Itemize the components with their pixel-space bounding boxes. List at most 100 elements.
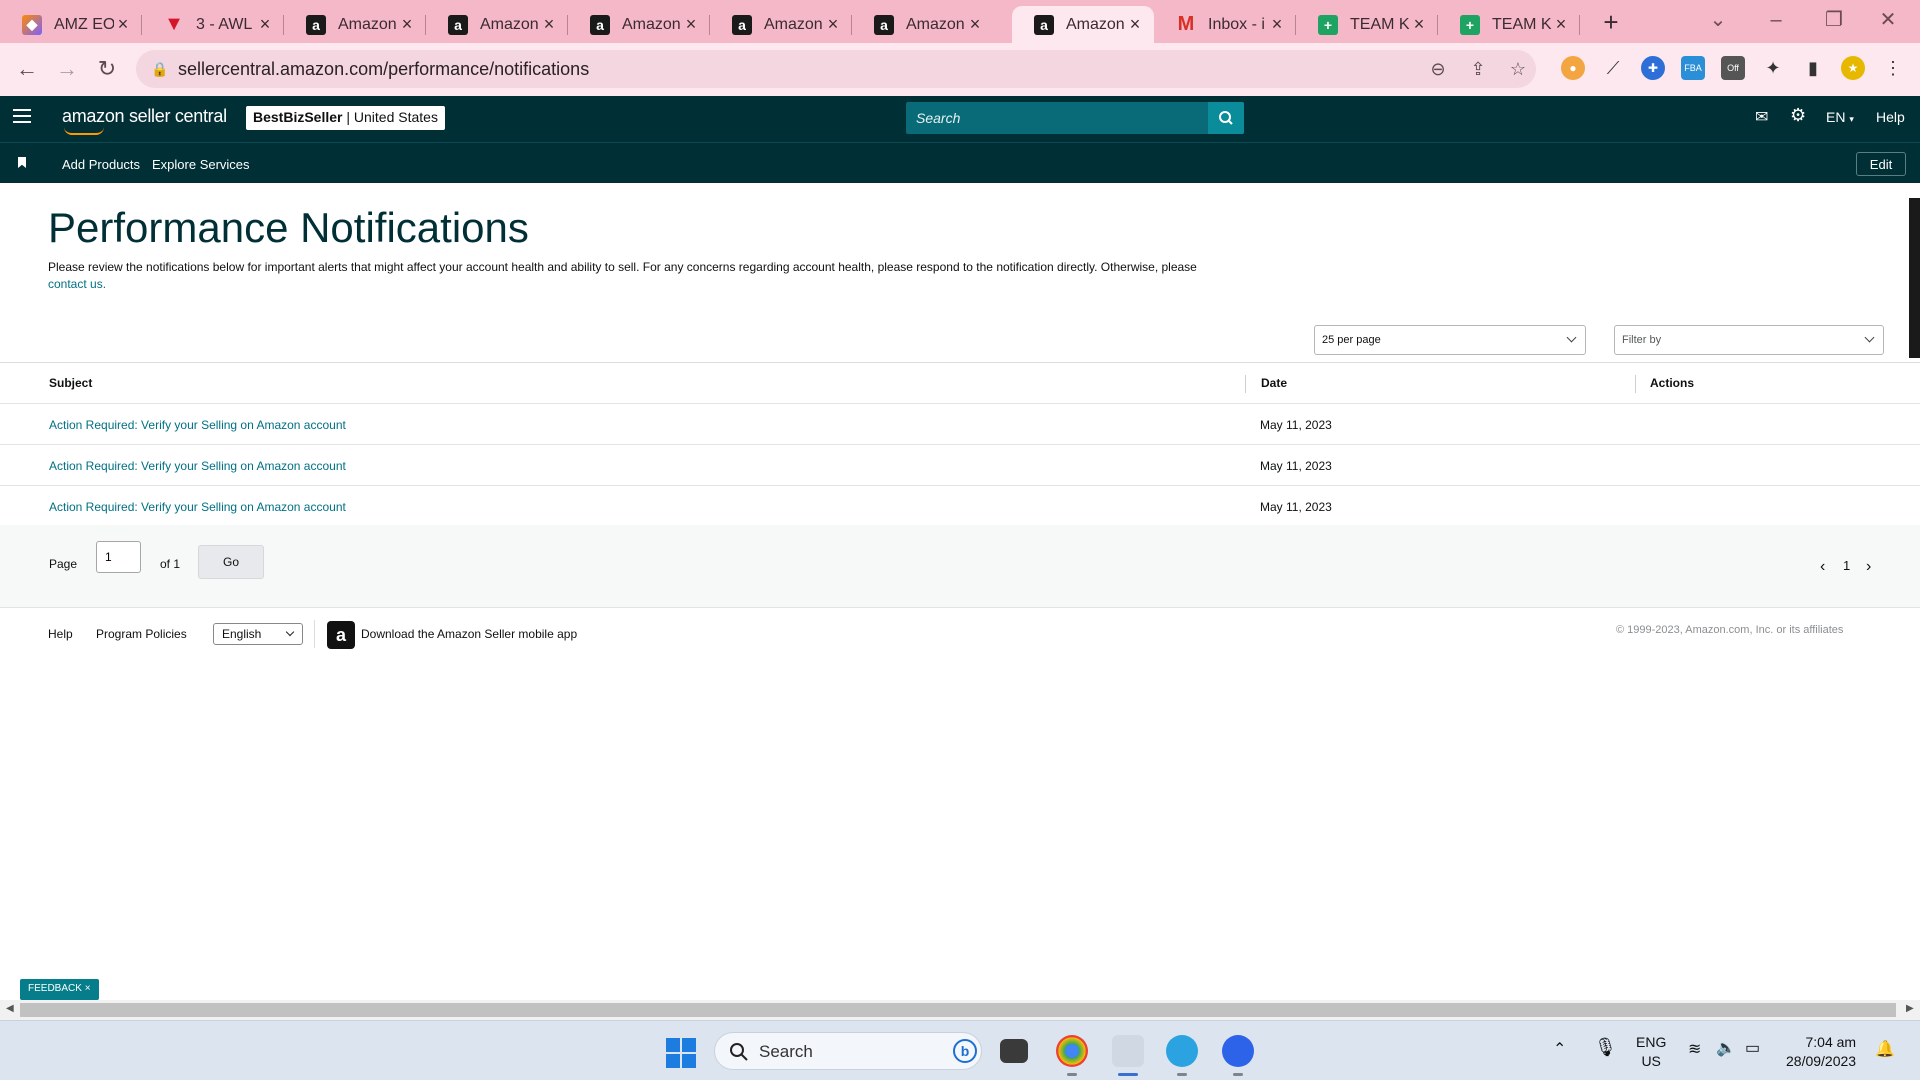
browser-tab[interactable]: M Inbox - i × <box>1154 6 1296 43</box>
forward-button[interactable]: → <box>51 53 83 85</box>
close-tab-icon[interactable]: × <box>540 14 558 35</box>
close-tab-icon[interactable]: × <box>966 14 984 35</box>
browser-tab[interactable]: a Amazon × <box>710 6 852 43</box>
bookmark-icon[interactable] <box>18 157 26 168</box>
gmail-icon: M <box>1177 13 1195 35</box>
seller-central-logo[interactable]: amazon seller central <box>62 106 227 135</box>
puzzle-icon[interactable]: ✦ <box>1761 56 1785 80</box>
scroll-right-icon[interactable]: ▶ <box>1906 1003 1914 1014</box>
notification-subject-link[interactable]: Action Required: Verify your Selling on … <box>49 500 346 514</box>
new-tab-button[interactable]: + <box>1597 8 1625 36</box>
search-input[interactable] <box>916 102 1216 134</box>
store-switcher[interactable]: BestBizSeller | United States <box>246 106 445 130</box>
horizontal-scrollbar-thumb[interactable] <box>20 1003 1896 1017</box>
gear-icon[interactable]: ⚙ <box>1790 105 1806 126</box>
browser-tab[interactable]: a Amazon × <box>568 6 710 43</box>
browser-tab-active[interactable]: a Amazon × <box>1012 6 1154 43</box>
help-link[interactable]: Help <box>1876 109 1905 125</box>
page-number-input[interactable] <box>96 541 141 573</box>
lock-icon[interactable]: 🔒 <box>148 57 172 81</box>
nav-explore-services[interactable]: Explore Services <box>152 157 250 172</box>
close-tab-icon[interactable]: × <box>256 14 274 35</box>
wifi-icon[interactable]: ≋ <box>1688 1039 1701 1059</box>
bookmark-star-icon[interactable]: ☆ <box>1506 57 1530 81</box>
horizontal-scrollbar[interactable]: ◀ ▶ <box>0 1000 1920 1020</box>
profile-avatar[interactable]: ★ <box>1841 56 1865 80</box>
download-app-link[interactable]: Download the Amazon Seller mobile app <box>361 627 577 641</box>
tab-search-chevron-icon[interactable]: ⌄ <box>1698 4 1738 36</box>
close-tab-icon[interactable]: × <box>1552 14 1570 35</box>
hamburger-menu-icon[interactable] <box>13 109 31 127</box>
snipping-tool-icon[interactable] <box>1112 1035 1144 1067</box>
close-tab-icon[interactable]: × <box>398 14 416 35</box>
extension-icon[interactable]: ● <box>1561 56 1585 80</box>
vertical-scrollbar-thumb[interactable] <box>1909 198 1920 358</box>
notification-subject-link[interactable]: Action Required: Verify your Selling on … <box>49 459 346 473</box>
close-icon[interactable]: × <box>85 983 91 994</box>
contact-us-link[interactable]: contact us. <box>48 277 106 291</box>
browser-tab[interactable]: a Amazon × <box>852 6 994 43</box>
next-page-icon[interactable]: › <box>1866 558 1871 576</box>
clock[interactable]: 7:04 am 28/09/2023 <box>1786 1033 1856 1071</box>
browser-tab[interactable]: + TEAM KI × <box>1438 6 1580 43</box>
column-header-date[interactable]: Date <box>1261 376 1287 390</box>
extension-icon[interactable]: FBA <box>1681 56 1705 80</box>
zoom-icon[interactable]: ⊖ <box>1426 57 1450 81</box>
browser-tab[interactable]: a Amazon × <box>426 6 568 43</box>
close-window-button[interactable]: ✕ <box>1868 4 1908 36</box>
minimize-button[interactable]: – <box>1756 4 1796 36</box>
mail-icon[interactable]: ✉ <box>1755 107 1768 127</box>
extension-icon[interactable]: ✚ <box>1641 56 1665 80</box>
restore-button[interactable]: ❐ <box>1814 4 1854 36</box>
extension-icon[interactable]: ⟋ <box>1601 56 1625 80</box>
close-tab-icon[interactable]: × <box>1126 14 1144 35</box>
amazon-app-icon[interactable]: a <box>327 621 355 649</box>
footer-program-policies-link[interactable]: Program Policies <box>96 627 187 641</box>
battery-icon[interactable]: ▭ <box>1745 1038 1760 1058</box>
nav-add-products[interactable]: Add Products <box>62 157 140 172</box>
browser-tab[interactable]: + TEAM KI × <box>1296 6 1438 43</box>
footer-help-link[interactable]: Help <box>48 627 73 641</box>
filter-by-select[interactable]: Filter by <box>1614 325 1884 355</box>
close-tab-icon[interactable]: × <box>114 14 132 35</box>
microphone-icon[interactable]: 🎙 <box>1594 1037 1617 1058</box>
page-count-label: of 1 <box>160 557 181 571</box>
previous-page-icon[interactable]: ‹ <box>1820 558 1825 576</box>
windows-start-icon[interactable] <box>666 1038 696 1068</box>
per-page-select[interactable]: 25 per page <box>1314 325 1586 355</box>
go-button[interactable]: Go <box>198 545 264 579</box>
close-tab-icon[interactable]: × <box>1410 14 1428 35</box>
more-menu-icon[interactable]: ⋮ <box>1881 56 1905 80</box>
address-bar[interactable]: 🔒 sellercentral.amazon.com/performance/n… <box>136 50 1536 88</box>
close-tab-icon[interactable]: × <box>824 14 842 35</box>
volume-icon[interactable]: 🔈 <box>1716 1038 1736 1058</box>
footer-language-select[interactable]: English <box>213 623 303 645</box>
taskbar-search[interactable]: Search b <box>714 1032 982 1070</box>
close-tab-icon[interactable]: × <box>1268 14 1286 35</box>
task-view-icon[interactable] <box>1000 1039 1028 1063</box>
share-icon[interactable]: ⇪ <box>1466 57 1490 81</box>
search-button[interactable] <box>1208 102 1244 134</box>
edit-nav-button[interactable]: Edit <box>1856 152 1906 176</box>
browser-tab[interactable]: ◆ AMZ EO × <box>0 6 142 43</box>
current-page-number[interactable]: 1 <box>1843 558 1850 573</box>
input-language-indicator[interactable]: ENG US <box>1636 1033 1666 1071</box>
telegram-icon[interactable] <box>1166 1035 1198 1067</box>
scroll-left-icon[interactable]: ◀ <box>6 1003 14 1014</box>
sidepanel-icon[interactable]: ▮ <box>1801 56 1825 80</box>
language-selector[interactable]: EN ▾ <box>1826 109 1854 125</box>
browser-tab[interactable]: a Amazon × <box>284 6 426 43</box>
extension-off-icon[interactable]: Off <box>1721 56 1745 80</box>
chrome-icon[interactable] <box>1056 1035 1088 1067</box>
feedback-button[interactable]: FEEDBACK × <box>20 979 99 1000</box>
close-tab-icon[interactable]: × <box>682 14 700 35</box>
chevron-up-icon[interactable]: ⌃ <box>1553 1039 1566 1059</box>
column-header-subject[interactable]: Subject <box>49 376 92 390</box>
browser-tab[interactable]: ▼ 3 - AWL × <box>142 6 284 43</box>
back-button[interactable]: ← <box>11 53 43 85</box>
notification-subject-link[interactable]: Action Required: Verify your Selling on … <box>49 418 346 432</box>
notifications-bell-icon[interactable]: 🔔 <box>1875 1039 1895 1059</box>
zoom-icon[interactable] <box>1222 1035 1254 1067</box>
bing-icon[interactable]: b <box>953 1039 977 1063</box>
reload-button[interactable]: ↻ <box>91 53 123 85</box>
